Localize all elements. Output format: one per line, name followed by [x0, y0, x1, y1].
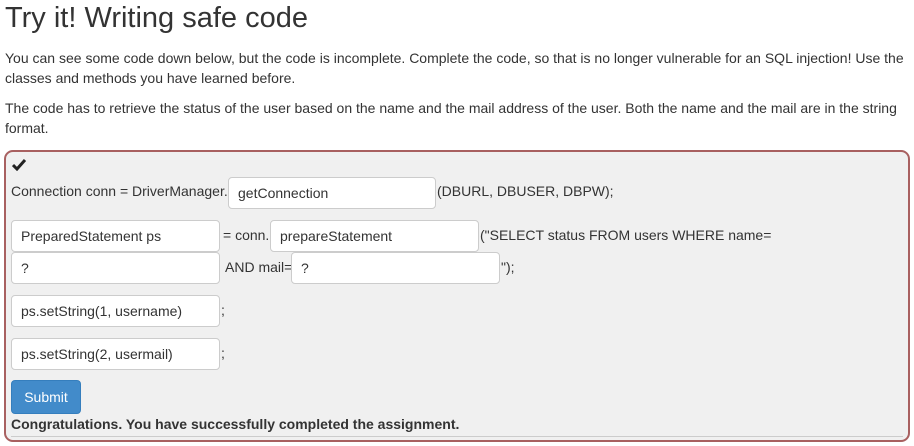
code-label: ; [221, 302, 225, 318]
task-text: The code has to retrieve the status of t… [5, 100, 897, 136]
code-label: "); [501, 259, 515, 275]
name-param-input[interactable] [11, 252, 220, 284]
get-connection-input[interactable] [228, 177, 436, 209]
submit-button[interactable]: Submit [11, 380, 81, 414]
statement-type-input[interactable] [11, 220, 220, 252]
feedback-message: Congratulations. You have successfully c… [11, 416, 460, 432]
set-string-1-input[interactable] [11, 295, 220, 327]
code-label: Connection conn = DriverManager. [11, 183, 228, 199]
intro-text: You can see some code down below, but th… [5, 50, 904, 86]
set-string-2-input[interactable] [11, 338, 220, 370]
code-label: AND mail= [225, 259, 293, 275]
check-icon [12, 159, 26, 171]
code-label: ("SELECT status FROM users WHERE name= [480, 227, 772, 243]
prepare-statement-input[interactable] [270, 220, 479, 252]
assignment-form: Connection conn = DriverManager. (DBURL,… [4, 150, 910, 442]
page-title: Try it! Writing safe code [5, 2, 308, 34]
mail-param-input[interactable] [291, 252, 500, 284]
code-label: (DBURL, DBUSER, DBPW); [437, 183, 614, 199]
divider [11, 436, 903, 437]
code-label: ; [221, 345, 225, 361]
code-label: = conn. [223, 227, 270, 243]
